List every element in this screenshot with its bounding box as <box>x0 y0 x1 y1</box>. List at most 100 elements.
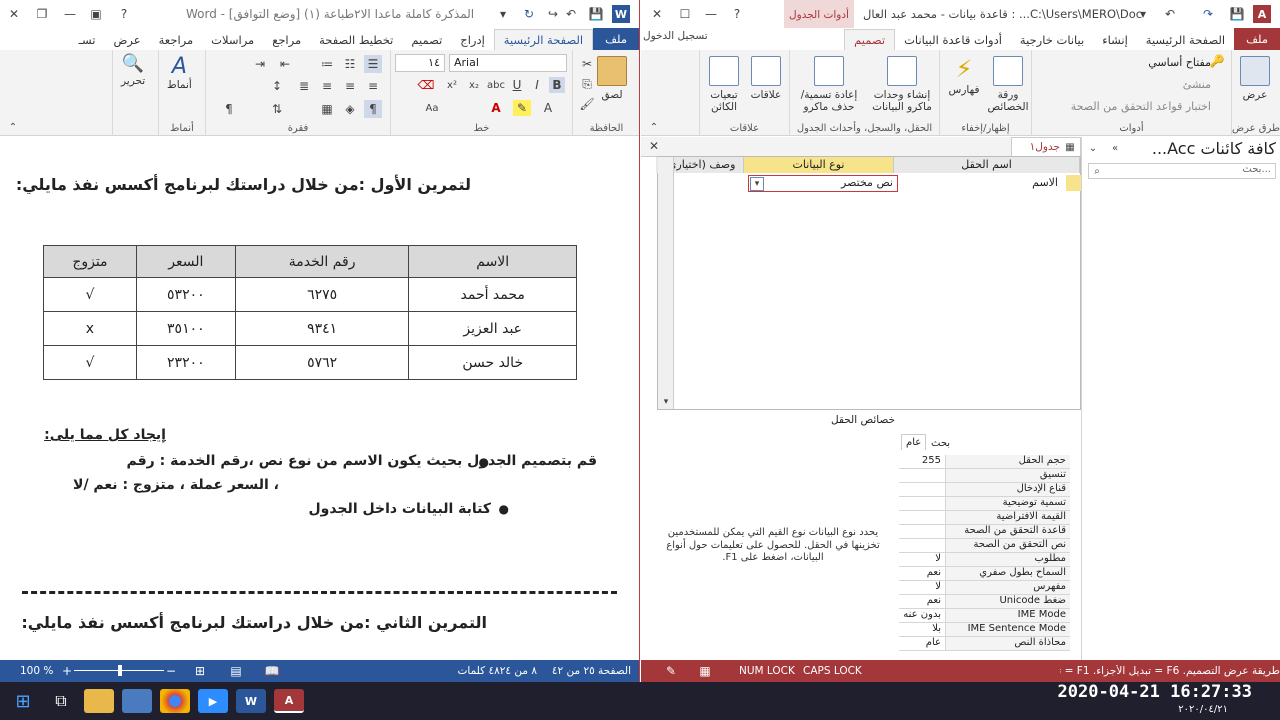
copy-icon[interactable]: ⎘ <box>579 76 595 92</box>
tab-design[interactable]: تصميم <box>844 29 896 50</box>
more-icon[interactable]: ▾ <box>495 6 511 22</box>
property-row[interactable]: قاعدة التحقق من الصحة <box>899 525 1070 539</box>
align-left-icon[interactable]: ≡ <box>318 77 336 95</box>
object-dependencies-button[interactable]: تبعيات الكائن <box>704 56 744 113</box>
property-value[interactable]: لا <box>899 553 946 566</box>
dropdown-icon[interactable]: ▾ <box>750 177 764 191</box>
property-value[interactable]: لا <box>899 581 946 594</box>
decrease-indent-icon[interactable]: ⇤ <box>276 55 294 73</box>
tab-file[interactable]: ملف <box>1234 28 1280 50</box>
refresh-icon[interactable]: ↻ <box>520 6 538 22</box>
undo-icon[interactable]: ↶ <box>1161 6 1179 22</box>
property-row[interactable]: السماح بطول صفري نعم <box>899 567 1070 581</box>
minimize-icon[interactable]: — <box>703 6 719 22</box>
zoom-in-icon[interactable]: + <box>60 663 74 679</box>
font-name-input[interactable]: Arial <box>449 54 567 72</box>
test-rules-button[interactable]: اختبار قواعد التحقق من الصحة <box>1071 100 1211 113</box>
chrome-icon[interactable] <box>160 689 190 713</box>
help-icon[interactable]: ? <box>116 6 132 22</box>
help-icon[interactable]: ? <box>729 6 745 22</box>
tab-references[interactable]: مراجع <box>263 30 310 50</box>
zoom-out-icon[interactable]: − <box>164 663 178 679</box>
more-icon[interactable]: ▾ <box>1135 6 1151 22</box>
bullets-icon[interactable]: ☰ <box>364 55 382 73</box>
nav-search-input[interactable]: بحث... <box>1088 163 1276 179</box>
subscript-icon[interactable]: x₂ <box>465 77 483 93</box>
property-row[interactable]: قناع الإدخال <box>899 483 1070 497</box>
property-value[interactable]: 255 <box>899 455 946 468</box>
ribbon-options-icon[interactable]: ▣ <box>88 6 104 22</box>
clear-format-icon[interactable]: ⌫ <box>417 77 435 93</box>
property-row[interactable]: القيمة الافتراضية <box>899 511 1070 525</box>
numbering-icon[interactable]: ☷ <box>341 55 359 73</box>
underline-icon[interactable]: U <box>509 77 525 93</box>
zoom-thumb[interactable] <box>118 665 122 676</box>
word-taskbar-icon[interactable]: W <box>236 689 266 713</box>
property-row[interactable]: ضغط Unicode نعم <box>899 595 1070 609</box>
props-tab-general[interactable]: عام <box>901 434 927 450</box>
redo-icon[interactable]: ↷ <box>1199 6 1217 22</box>
shading-icon[interactable]: ◈ <box>341 100 359 118</box>
property-value[interactable]: عام <box>899 637 946 650</box>
sort-icon[interactable]: ⇅ <box>268 100 286 118</box>
property-row[interactable]: تنسيق <box>899 469 1070 483</box>
align-right-icon[interactable]: ≡ <box>364 77 382 95</box>
file-explorer-icon[interactable] <box>84 689 114 713</box>
property-value[interactable] <box>899 511 946 524</box>
print-layout-icon[interactable]: ▤ <box>228 663 244 679</box>
zoom-level[interactable]: 100 % <box>20 665 53 677</box>
page-count[interactable]: الصفحة ٢٥ من ٤٢ <box>552 665 631 677</box>
task-view-icon[interactable]: ⧉ <box>46 689 76 713</box>
increase-indent-icon[interactable]: ⇥ <box>251 55 269 73</box>
tab-insert[interactable]: إدراج <box>451 30 494 50</box>
tab-more[interactable]: تسـ <box>70 30 105 50</box>
tab-home[interactable]: الصفحة الرئيسية <box>1137 30 1234 50</box>
font-color-icon[interactable]: A <box>487 100 505 116</box>
tab-design[interactable]: تصميم <box>402 30 451 50</box>
redo-icon[interactable]: ↪ <box>545 6 561 22</box>
web-layout-icon[interactable]: ⊞ <box>192 663 208 679</box>
cut-icon[interactable]: ✂ <box>579 56 595 72</box>
tab-layout[interactable]: تخطيط الصفحة <box>310 30 402 50</box>
multilevel-list-icon[interactable]: ≔ <box>318 55 336 73</box>
rename-macro-button[interactable]: إعادة تسمية/ حذف ماكرو <box>794 56 864 113</box>
font-size-input[interactable]: ١٤ <box>395 54 445 72</box>
borders-icon[interactable]: ▦ <box>318 100 336 118</box>
close-icon[interactable]: ✕ <box>6 6 22 22</box>
signin-link[interactable]: تسجيل الدخول <box>643 30 708 42</box>
relationships-button[interactable]: علاقات <box>746 56 786 101</box>
windows-start-icon[interactable]: ⊞ <box>8 689 38 713</box>
word-count[interactable]: ٨ من ٤٨٢٤ كلمات <box>458 665 537 677</box>
property-row[interactable]: IME Sentence Mode بلا <box>899 623 1070 637</box>
paste-button[interactable]: لصق <box>597 56 627 101</box>
superscript-icon[interactable]: x² <box>443 77 461 93</box>
save-icon[interactable]: 💾 <box>1229 6 1245 22</box>
format-painter-icon[interactable]: 🖌 <box>579 96 595 112</box>
field-grid[interactable]: اسم الحقل نوع البيانات وصف (اختياري) الا… <box>656 156 1082 410</box>
tab-create[interactable]: إنشاء <box>1093 30 1137 50</box>
property-row[interactable]: نص التحقق من الصحة <box>899 539 1070 553</box>
highlight-icon[interactable]: ✎ <box>513 100 531 116</box>
maximize-icon[interactable]: ☐ <box>677 6 693 22</box>
restore-icon[interactable]: ❐ <box>34 6 50 22</box>
minimize-icon[interactable]: — <box>62 6 78 22</box>
property-row[interactable]: مفهرس لا <box>899 581 1070 595</box>
property-value[interactable] <box>899 469 946 482</box>
collapse-ribbon-icon[interactable]: ⌃ <box>647 120 661 134</box>
property-sheet-button[interactable]: ورقة الخصائص <box>988 56 1029 113</box>
property-value[interactable]: بلا <box>899 623 946 636</box>
change-case-icon[interactable]: Aa <box>417 100 447 116</box>
undo-icon[interactable]: ↶ <box>563 6 579 22</box>
styles-button[interactable]: A أنماط <box>167 54 192 91</box>
tab-file[interactable]: ملف <box>593 28 639 50</box>
property-row[interactable]: تسمية توضيحية <box>899 497 1070 511</box>
property-value[interactable]: بدون عنه <box>899 609 946 622</box>
row-selector[interactable] <box>1066 175 1082 191</box>
scroll-down-icon[interactable]: ▾ <box>658 395 674 409</box>
tab-database-tools[interactable]: أدوات قاعدة البيانات <box>895 30 1011 50</box>
strikethrough-icon[interactable]: abc <box>487 77 505 93</box>
document-page[interactable]: لتمرين الأول :من خلال دراستك لبرنامج أكس… <box>0 137 639 660</box>
rtl-icon[interactable]: ¶ <box>364 100 382 118</box>
text-effects-icon[interactable]: A <box>539 100 557 116</box>
tab-home[interactable]: الصفحة الرئيسية <box>493 29 594 50</box>
